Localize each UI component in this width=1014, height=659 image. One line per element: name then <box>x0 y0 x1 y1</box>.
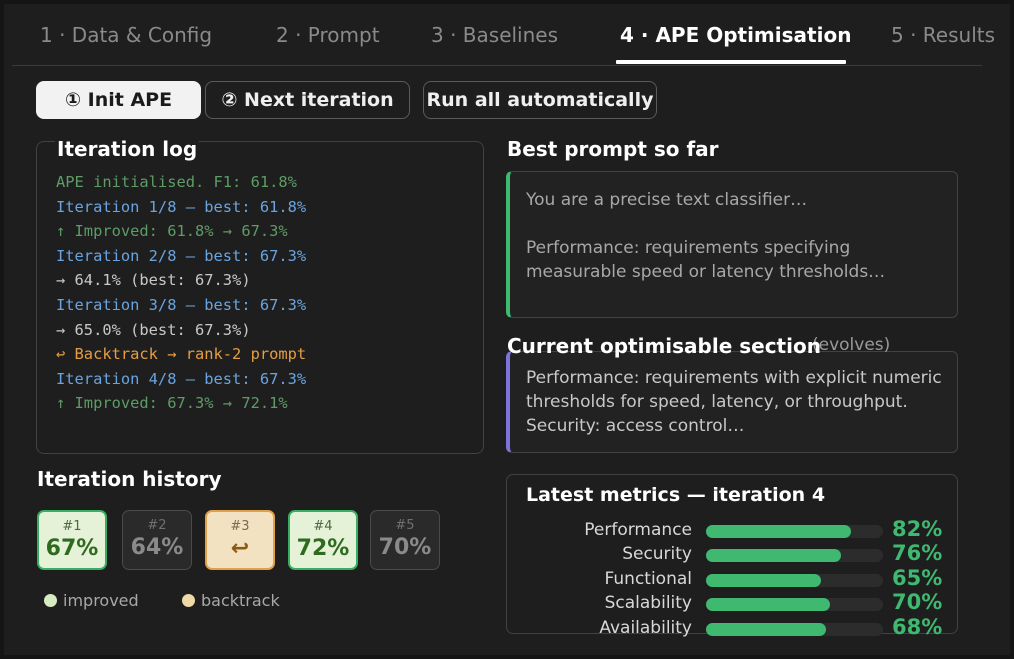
metric-label: Functional <box>604 569 692 589</box>
log-line: Iteration 3/8 — best: 67.3% <box>56 295 307 314</box>
history-card-2[interactable]: #2 64% <box>122 510 192 570</box>
metric-bar-track <box>706 525 883 538</box>
iteration-log-lines: APE initialised. F1: 61.8% Iteration 1/8 … <box>56 170 306 416</box>
latest-metrics-title: Latest metrics — iteration 4 <box>526 484 826 506</box>
tab-data-config[interactable]: 1 · Data & Config <box>40 23 212 47</box>
history-card-value: 67% <box>45 536 99 561</box>
log-line: ↑ Improved: 61.8% → 67.3% <box>56 222 288 241</box>
current-section-text: Performance: requirements with explicit … <box>526 368 942 436</box>
legend-improved-label: improved <box>63 591 139 610</box>
backtrack-icon: ↩ <box>230 536 250 561</box>
metric-value: 76% <box>892 541 943 565</box>
metric-value: 65% <box>892 566 943 590</box>
metric-label: Scalability <box>604 593 692 613</box>
metric-bar-track <box>706 574 883 587</box>
history-card-4[interactable]: #4 72% <box>288 510 358 570</box>
metric-row-scalability: Scalability 70% <box>506 590 958 617</box>
history-card-number: #2 <box>147 518 167 533</box>
log-line: ↑ Improved: 67.3% → 72.1% <box>56 394 288 413</box>
metric-label: Availability <box>599 618 692 638</box>
history-card-value: 70% <box>378 535 432 560</box>
history-card-3[interactable]: #3 ↩ <box>205 510 275 570</box>
tab-results[interactable]: 5 · Results <box>891 23 995 47</box>
log-line: ↩ Backtrack → rank-2 prompt <box>56 345 307 364</box>
history-card-number: #4 <box>313 519 333 534</box>
best-prompt-line-1: You are a precise text classifier… <box>526 190 808 210</box>
metric-bar-fill <box>706 574 821 587</box>
log-line: → 65.0% (best: 67.3%) <box>56 320 251 339</box>
history-card-value: 72% <box>296 536 350 561</box>
log-line: Iteration 1/8 — best: 61.8% <box>56 197 307 216</box>
backtrack-dot-icon <box>182 594 195 607</box>
tab-prompt[interactable]: 2 · Prompt <box>276 23 380 47</box>
metric-bar-fill <box>706 623 827 636</box>
metric-row-performance: Performance 82% <box>506 517 958 544</box>
metric-bar-fill <box>706 598 830 611</box>
iteration-log-title: Iteration log <box>55 137 200 161</box>
log-line: Iteration 4/8 — best: 67.3% <box>56 369 307 388</box>
best-prompt-line-2: Performance: requirements specifying mea… <box>526 238 886 282</box>
history-card-1[interactable]: #1 67% <box>37 510 107 570</box>
legend-improved: improved <box>44 591 139 610</box>
metric-label: Performance <box>584 520 692 540</box>
history-card-5[interactable]: #5 70% <box>370 510 440 570</box>
metric-bar-track <box>706 623 883 636</box>
metric-row-availability: Availability 68% <box>506 615 958 642</box>
init-ape-button[interactable]: ① Init APE <box>36 81 201 119</box>
tab-ape-optimisation[interactable]: 4 · APE Optimisation <box>620 23 851 47</box>
metric-value: 82% <box>892 517 943 541</box>
iteration-history-row: #1 67% #2 64% #3 ↩ #4 72% #5 70% <box>37 510 457 572</box>
metric-label: Security <box>622 544 692 564</box>
metric-bar-fill <box>706 525 852 538</box>
tab-baselines[interactable]: 3 · Baselines <box>431 23 558 47</box>
app-window: 1 · Data & Config 2 · Prompt 3 · Baselin… <box>4 4 1010 655</box>
metric-bar-fill <box>706 549 841 562</box>
best-prompt-text: You are a precise text classifier… Perfo… <box>526 188 946 284</box>
metric-bar-track <box>706 598 883 611</box>
metric-value: 68% <box>892 615 943 639</box>
log-line: → 64.1% (best: 67.3%) <box>56 271 251 290</box>
metric-row-security: Security 76% <box>506 541 958 568</box>
active-tab-indicator <box>616 60 846 64</box>
history-card-value: 64% <box>130 535 184 560</box>
current-section-subtitle: (evolves) <box>812 335 891 355</box>
history-card-number: #1 <box>62 519 82 534</box>
history-card-number: #3 <box>230 519 250 534</box>
metric-row-functional: Functional 65% <box>506 566 958 593</box>
run-all-automatically-button[interactable]: Run all automatically <box>423 81 657 119</box>
history-card-number: #5 <box>395 518 415 533</box>
tab-divider <box>12 65 982 66</box>
next-iteration-button[interactable]: ② Next iteration <box>205 81 410 119</box>
tab-bar: 1 · Data & Config 2 · Prompt 3 · Baselin… <box>4 4 1010 66</box>
improved-dot-icon <box>44 594 57 607</box>
metric-bar-track <box>706 549 883 562</box>
log-line: APE initialised. F1: 61.8% <box>56 173 297 191</box>
legend-backtrack-label: backtrack <box>201 591 280 610</box>
iteration-history-title: Iteration history <box>37 467 222 491</box>
current-section-title: Current optimisable section <box>507 334 821 358</box>
best-prompt-title: Best prompt so far <box>507 137 719 161</box>
metric-value: 70% <box>892 590 943 614</box>
log-line: Iteration 2/8 — best: 67.3% <box>56 246 307 265</box>
legend-backtrack: backtrack <box>182 591 280 610</box>
